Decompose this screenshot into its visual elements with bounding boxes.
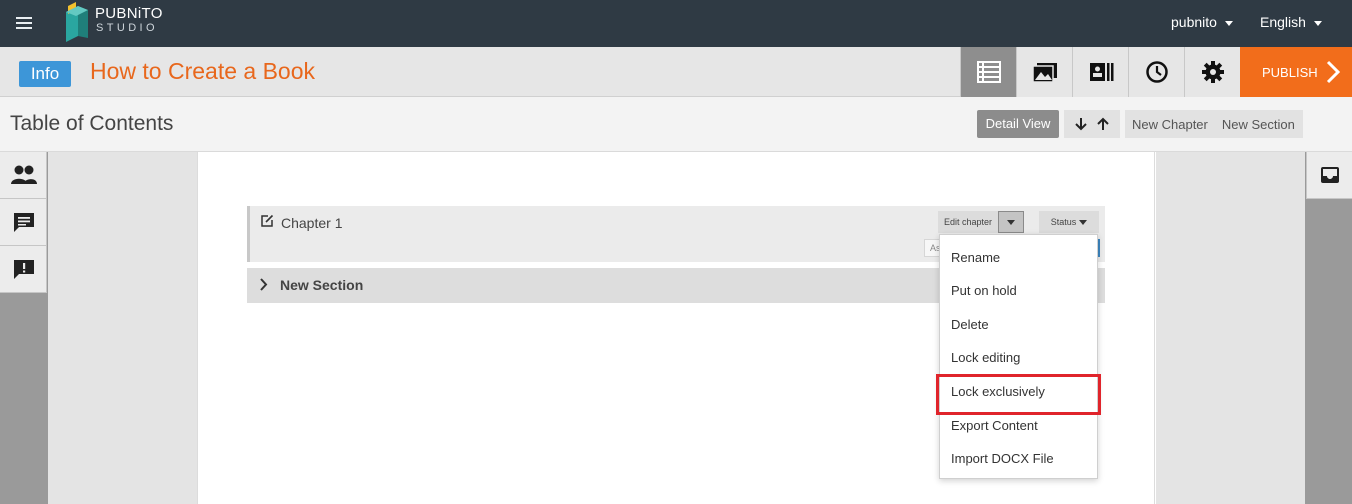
history-button[interactable] [1128, 47, 1184, 97]
chevron-down-icon [1007, 219, 1015, 225]
menu-item-rename[interactable]: Rename [940, 243, 1097, 273]
menu-item-lock-editing[interactable]: Lock editing [940, 343, 1097, 373]
edit-chapter-button[interactable]: Edit chapter [938, 211, 998, 233]
top-navbar: PUBNiTO STUDIO pubnito English [0, 0, 1352, 47]
chapter-title: Chapter 1 [281, 215, 343, 231]
chevron-right-icon[interactable] [259, 278, 268, 291]
inbox-button[interactable] [1306, 152, 1352, 199]
menu-item-put-on-hold[interactable]: Put on hold [940, 276, 1097, 306]
chevron-down-icon [1224, 20, 1233, 26]
arrow-down-icon[interactable] [1075, 117, 1087, 131]
publish-button[interactable]: PUBLISH [1240, 47, 1352, 97]
history-clock-icon [1145, 61, 1168, 83]
move-buttons [1064, 110, 1120, 138]
new-section-button[interactable]: New Section [1215, 117, 1302, 132]
chevron-right-icon [1326, 60, 1340, 84]
language-label: English [1260, 14, 1306, 30]
feedback-button[interactable] [0, 246, 47, 293]
settings-gear-icon [1201, 61, 1224, 83]
status-label: Status [1050, 217, 1077, 227]
highlight-annotation [936, 374, 1101, 415]
arrow-up-icon[interactable] [1097, 117, 1109, 131]
brand-subtitle: STUDIO [96, 22, 158, 34]
add-buttons-group: New Chapter New Section [1125, 110, 1303, 138]
table-of-contents-button[interactable] [960, 47, 1016, 97]
inbox-icon [1320, 167, 1339, 183]
hamburger-menu-icon[interactable] [12, 13, 36, 33]
toc-toolbar: Table of Contents Detail View New Chapte… [0, 97, 1352, 152]
edit-chapter-dropdown-toggle[interactable] [998, 211, 1024, 233]
language-dropdown[interactable]: English [1260, 14, 1322, 30]
publish-label: PUBLISH [1262, 64, 1318, 80]
edit-icon[interactable] [260, 214, 274, 228]
feedback-icon [13, 260, 34, 279]
menu-item-import-docx[interactable]: Import DOCX File [940, 444, 1097, 474]
media-library-icon [1031, 63, 1057, 83]
new-chapter-button[interactable]: New Chapter [1125, 117, 1215, 132]
chevron-down-icon [1079, 220, 1088, 226]
media-library-button[interactable] [1016, 47, 1072, 97]
detail-view-button[interactable]: Detail View [977, 110, 1059, 138]
user-menu-label: pubnito [1171, 14, 1217, 30]
table-of-contents-icon [976, 61, 1001, 83]
book-details-button[interactable] [1072, 47, 1128, 97]
menu-item-delete[interactable]: Delete [940, 310, 1097, 340]
menu-item-export-content[interactable]: Export Content [940, 411, 1097, 441]
users-icon [10, 165, 37, 184]
right-margin [1156, 152, 1305, 504]
info-button[interactable]: Info [19, 61, 71, 87]
brand-name: PUBNiTO [95, 5, 163, 22]
comments-button[interactable] [0, 199, 47, 246]
assign-field[interactable]: As [924, 239, 940, 257]
settings-button[interactable] [1184, 47, 1240, 97]
right-sidebar [1305, 152, 1352, 504]
comments-icon [13, 213, 34, 232]
page-title: Table of Contents [10, 112, 174, 135]
title-bar: Info How to Create a Book PUBLISH [0, 47, 1352, 97]
book-title: How to Create a Book [90, 58, 316, 84]
status-dropdown[interactable]: Status [1039, 211, 1099, 233]
book-details-icon [1089, 63, 1113, 81]
chapter-actions-menu: Rename Put on hold Delete Lock editing L… [939, 234, 1098, 479]
section-title: New Section [280, 277, 364, 293]
user-menu-dropdown[interactable]: pubnito [1171, 14, 1233, 30]
left-margin [48, 152, 197, 504]
left-sidebar-icons [0, 152, 47, 293]
users-button[interactable] [0, 152, 47, 199]
chevron-down-icon [1313, 20, 1322, 26]
